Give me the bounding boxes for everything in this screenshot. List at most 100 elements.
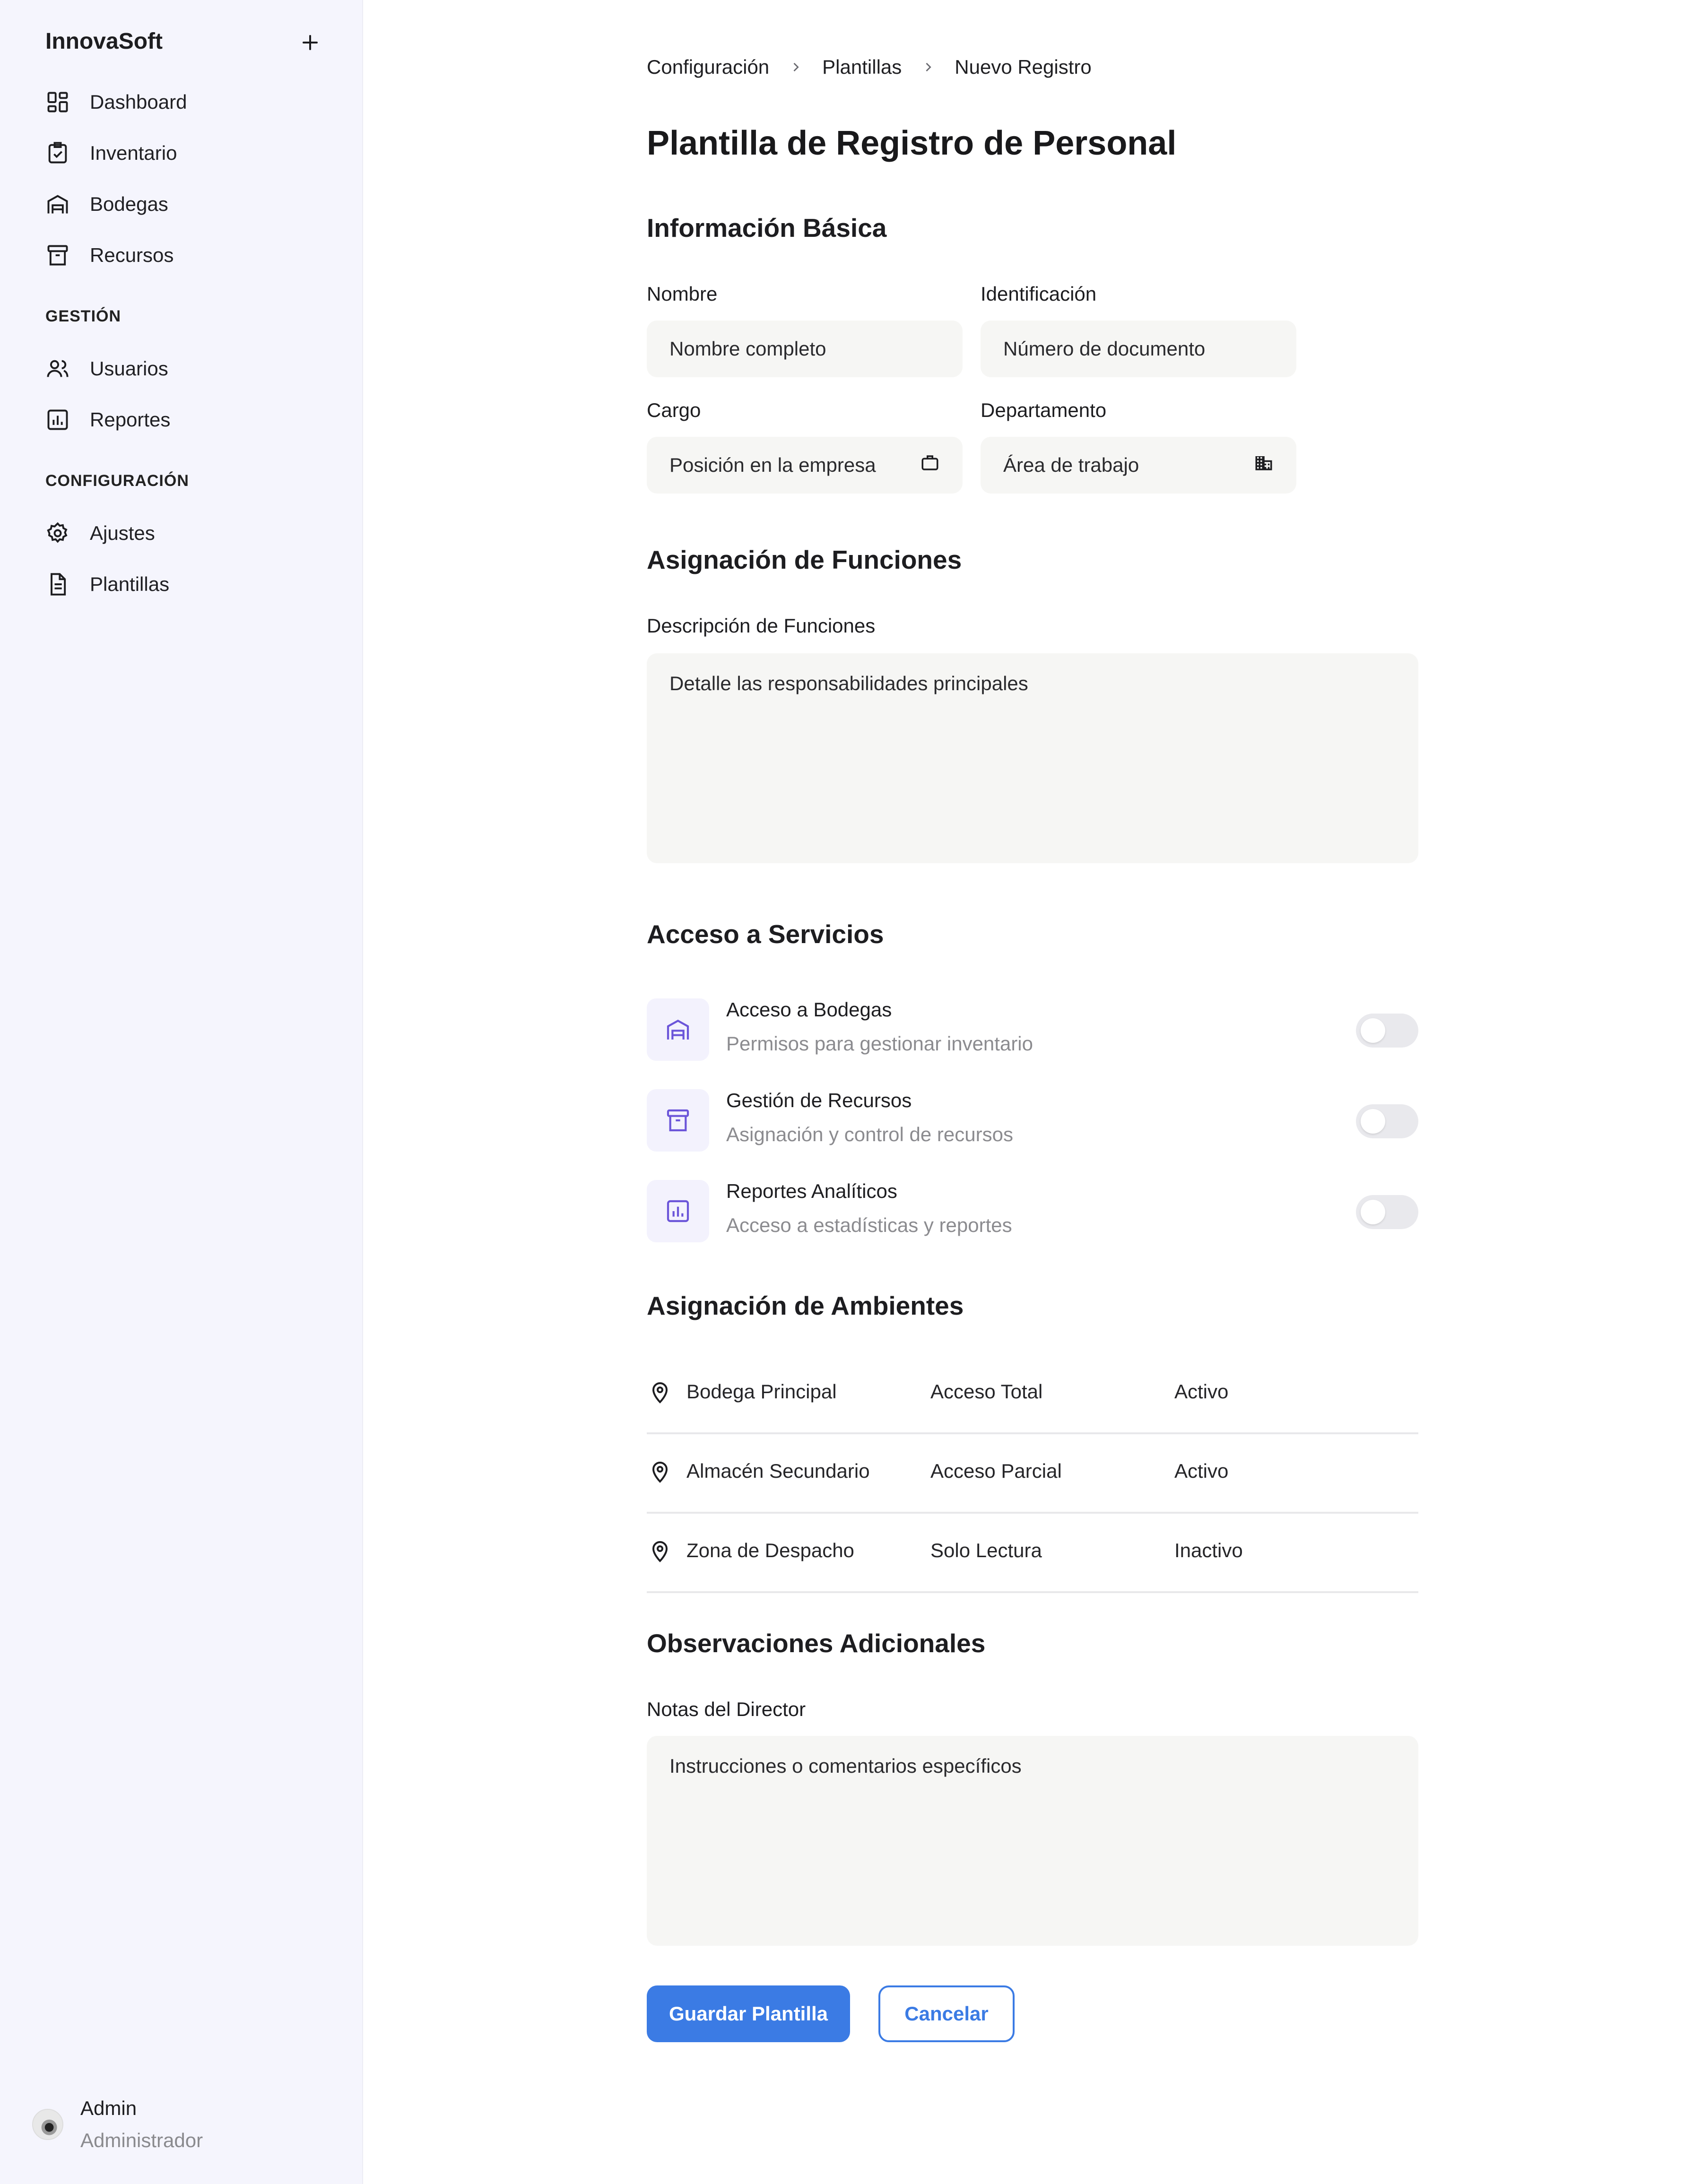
service-toggle-bodegas[interactable]	[1356, 1014, 1418, 1048]
environment-name: Bodega Principal	[686, 1380, 837, 1403]
save-template-button[interactable]: Guardar Plantilla	[647, 1985, 850, 2042]
map-pin-icon	[649, 1379, 671, 1409]
map-pin-icon	[649, 1459, 671, 1488]
map-pin-icon	[649, 1538, 671, 1568]
service-title: Reportes Analíticos	[726, 1180, 897, 1202]
toggle-knob	[1361, 1109, 1385, 1134]
textarea-placeholder: Instrucciones o comentarios específicos	[669, 1755, 1022, 1777]
environment-access: Acceso Parcial	[930, 1460, 1062, 1482]
toggle-knob	[1361, 1200, 1385, 1224]
sidebar-item-label: Reportes	[90, 408, 171, 431]
notas-director-textarea[interactable]: Instrucciones o comentarios específicos	[647, 1736, 1418, 1946]
user-role: Administrador	[80, 2129, 203, 2151]
cancel-button[interactable]: Cancelar	[878, 1985, 1015, 2042]
textarea-placeholder: Detalle las responsabilidades principale…	[669, 672, 1028, 694]
page-title: Plantilla de Registro de Personal	[647, 124, 1177, 162]
brand-name: InnovaSoft	[45, 29, 163, 54]
input-placeholder: Número de documento	[1003, 338, 1206, 360]
sidebar-item-bodegas[interactable]: Bodegas	[45, 189, 168, 219]
table-row[interactable]: Almacén Secundario Acceso Parcial Activo	[647, 1434, 1418, 1514]
field-label-departamento: Departamento	[981, 399, 1107, 421]
departamento-input[interactable]: Área de trabajo	[981, 437, 1296, 494]
archive-box-icon	[45, 241, 74, 269]
sidebar-item-label: Dashboard	[90, 91, 187, 113]
sidebar-item-dashboard[interactable]: Dashboard	[45, 87, 187, 117]
archive-box-icon	[647, 1089, 709, 1152]
service-row-reportes: Reportes Analíticos Acceso a estadística…	[647, 1180, 1418, 1244]
service-title: Acceso a Bodegas	[726, 998, 892, 1021]
environment-name: Zona de Despacho	[686, 1539, 854, 1561]
table-row[interactable]: Bodega Principal Acceso Total Activo	[647, 1355, 1418, 1434]
users-icon	[45, 355, 74, 383]
service-toggle-recursos[interactable]	[1356, 1104, 1418, 1138]
cargo-input[interactable]: Posición en la empresa	[647, 437, 963, 494]
user-name: Admin	[80, 2097, 137, 2119]
clipboard-check-icon	[45, 139, 74, 167]
section-title-basic-info: Información Básica	[647, 213, 887, 243]
sidebar-item-inventario[interactable]: Inventario	[45, 138, 177, 168]
document-icon	[45, 570, 74, 598]
service-description: Asignación y control de recursos	[726, 1123, 1013, 1145]
avatar	[32, 2109, 63, 2140]
breadcrumb-item[interactable]: Configuración	[647, 56, 769, 78]
sidebar-item-recursos[interactable]: Recursos	[45, 240, 174, 270]
building-icon	[1254, 453, 1274, 477]
warehouse-icon	[45, 190, 74, 218]
breadcrumb-item[interactable]: Plantillas	[822, 56, 902, 78]
sidebar-item-label: Bodegas	[90, 193, 168, 215]
input-placeholder: Nombre completo	[669, 338, 826, 360]
sidebar-item-label: Inventario	[90, 142, 177, 164]
table-row[interactable]: Zona de Despacho Solo Lectura Inactivo	[647, 1514, 1418, 1593]
environment-status: Inactivo	[1174, 1539, 1243, 1561]
section-title-services: Acceso a Servicios	[647, 919, 884, 949]
breadcrumb-item[interactable]: Nuevo Registro	[955, 56, 1091, 78]
sidebar-item-label: Recursos	[90, 244, 174, 266]
environment-status: Activo	[1174, 1460, 1229, 1482]
sidebar-item-reportes[interactable]: Reportes	[45, 405, 170, 435]
descripcion-funciones-textarea[interactable]: Detalle las responsabilidades principale…	[647, 653, 1418, 863]
section-title-environments: Asignación de Ambientes	[647, 1291, 964, 1320]
service-row-recursos: Gestión de Recursos Asignación y control…	[647, 1089, 1418, 1153]
warehouse-icon	[647, 998, 709, 1061]
environment-access: Acceso Total	[930, 1380, 1043, 1403]
service-description: Permisos para gestionar inventario	[726, 1032, 1033, 1055]
section-label-gestion: GESTIÓN	[45, 307, 122, 325]
input-placeholder: Posición en la empresa	[669, 454, 876, 476]
sidebar-item-ajustes[interactable]: Ajustes	[45, 518, 155, 548]
sidebar-item-label: Plantillas	[90, 573, 170, 595]
breadcrumb: Configuración Plantillas Nuevo Registro	[647, 56, 1092, 78]
chart-icon	[647, 1180, 709, 1242]
gear-icon	[45, 519, 74, 547]
environment-access: Solo Lectura	[930, 1539, 1042, 1561]
sidebar-item-label: Usuarios	[90, 357, 168, 380]
nombre-input[interactable]: Nombre completo	[647, 321, 963, 377]
sidebar-item-usuarios[interactable]: Usuarios	[45, 354, 168, 384]
field-label-nombre: Nombre	[647, 283, 718, 305]
field-label-cargo: Cargo	[647, 399, 701, 421]
field-label-descripcion: Descripción de Funciones	[647, 615, 876, 637]
environment-name: Almacén Secundario	[686, 1460, 870, 1482]
chevron-right-icon	[789, 61, 802, 74]
identificacion-input[interactable]: Número de documento	[981, 321, 1296, 377]
service-title: Gestión de Recursos	[726, 1089, 912, 1111]
chart-icon	[45, 406, 74, 434]
service-toggle-reportes[interactable]	[1356, 1195, 1418, 1229]
dashboard-icon	[45, 88, 74, 116]
sidebar: InnovaSoft Dashboard Inventario Bodegas …	[0, 0, 363, 2184]
briefcase-icon	[920, 453, 940, 477]
chevron-right-icon	[921, 61, 935, 74]
service-description: Acceso a estadísticas y reportes	[726, 1214, 1012, 1236]
field-label-identificacion: Identificación	[981, 283, 1097, 305]
field-label-notas: Notas del Director	[647, 1698, 806, 1720]
section-label-configuracion: CONFIGURACIÓN	[45, 472, 189, 490]
add-button[interactable]	[297, 29, 323, 56]
input-placeholder: Área de trabajo	[1003, 454, 1139, 476]
sidebar-item-plantillas[interactable]: Plantillas	[45, 569, 169, 599]
environment-status: Activo	[1174, 1380, 1229, 1403]
service-row-bodegas: Acceso a Bodegas Permisos para gestionar…	[647, 998, 1418, 1063]
user-profile[interactable]: Admin Administrador	[32, 2097, 203, 2152]
toggle-knob	[1361, 1018, 1385, 1043]
plus-icon	[303, 35, 318, 50]
sidebar-item-label: Ajustes	[90, 522, 155, 544]
section-title-observations: Observaciones Adicionales	[647, 1629, 986, 1658]
